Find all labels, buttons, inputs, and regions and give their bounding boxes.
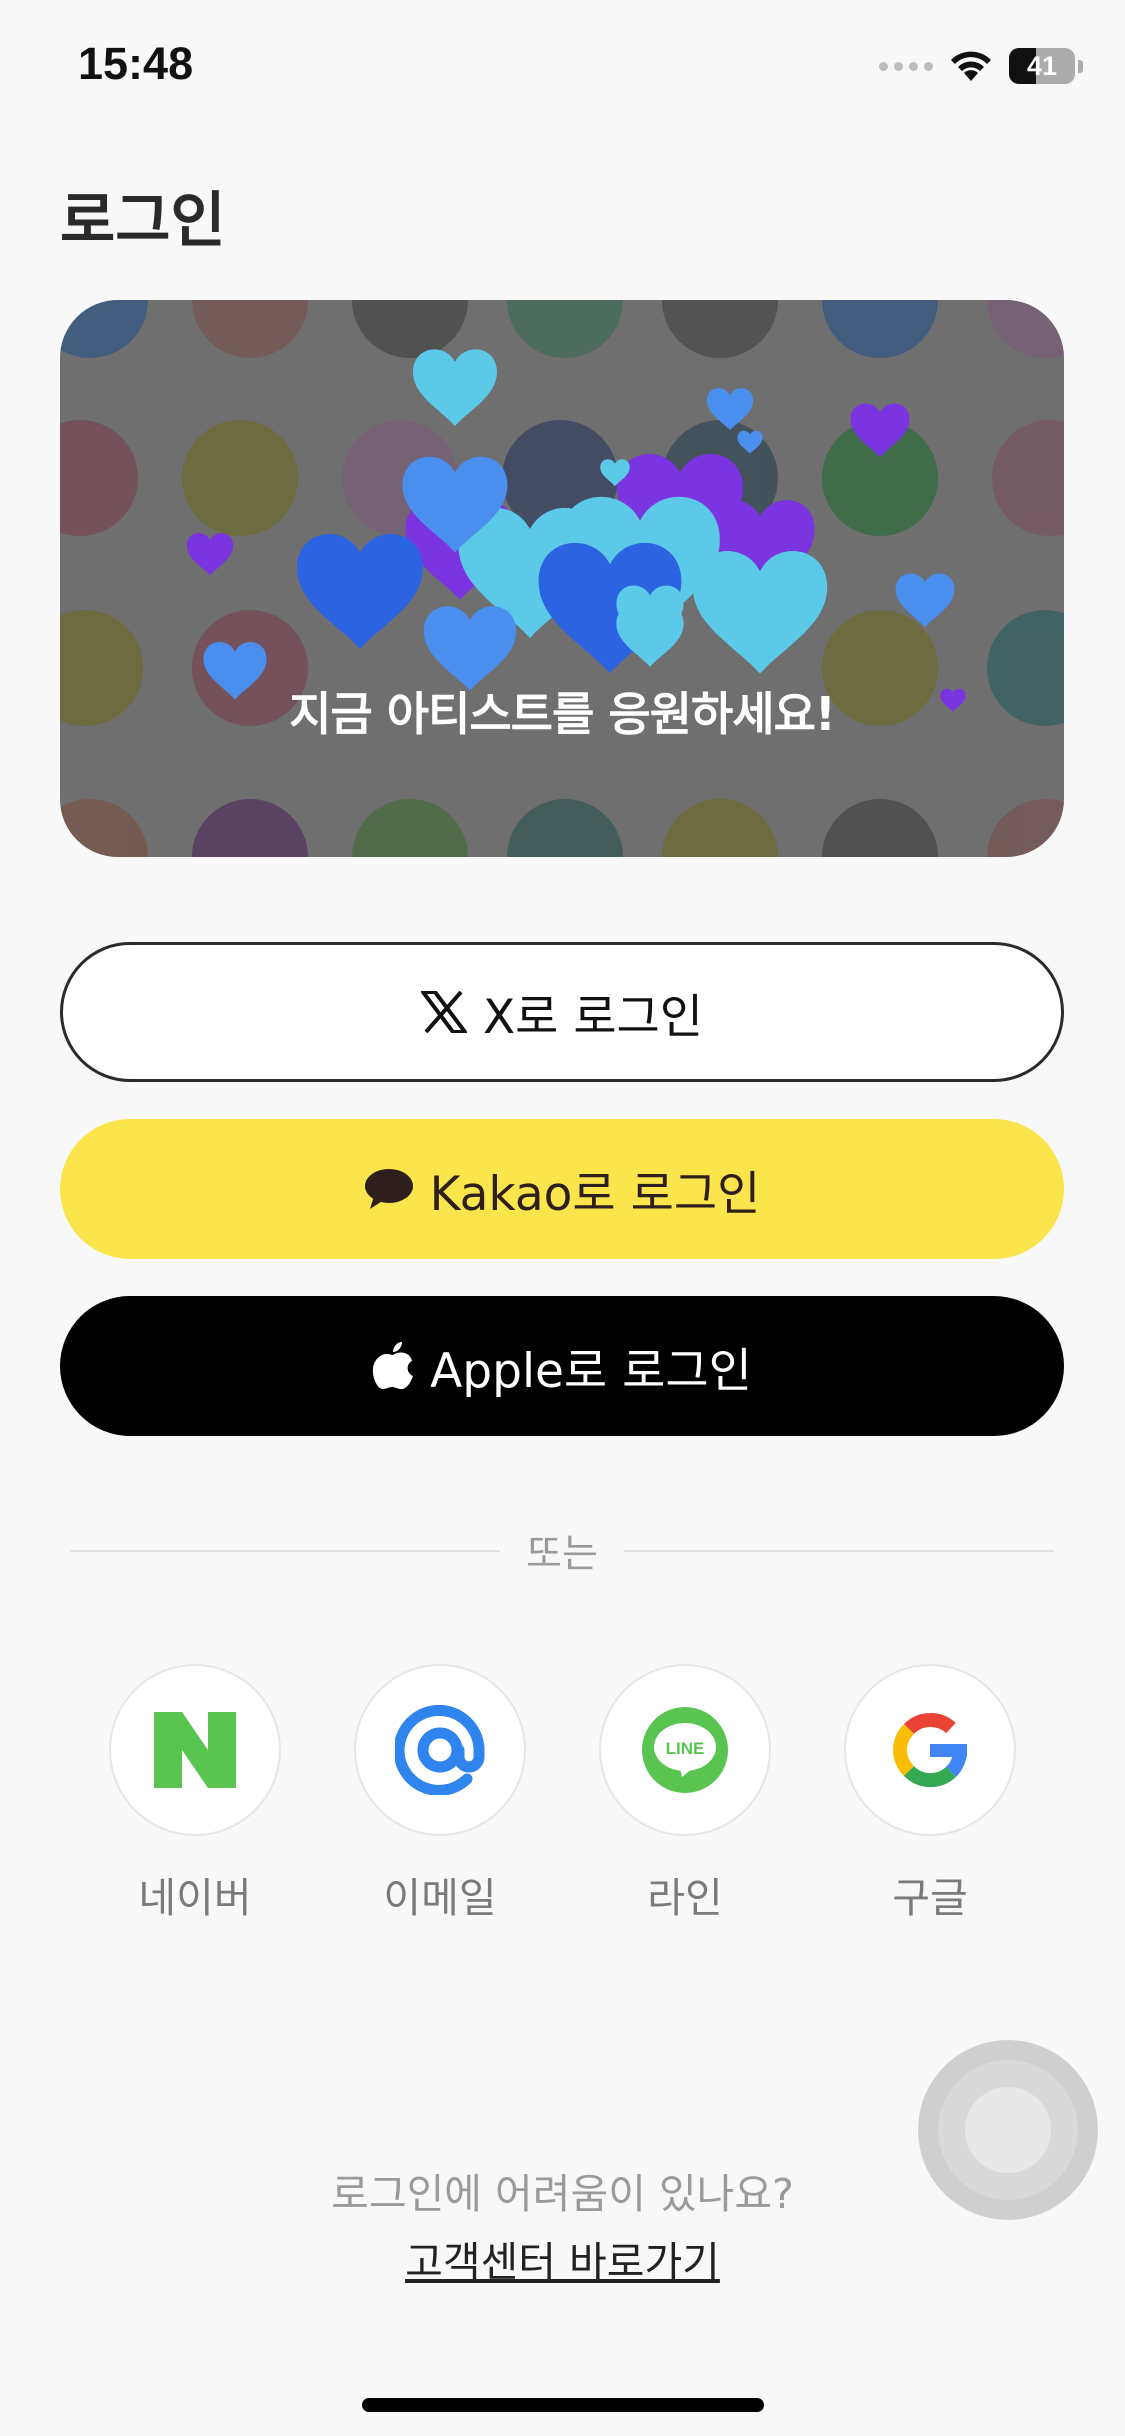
email-login-circle[interactable] [354, 1664, 526, 1836]
customer-center-link[interactable]: 고객센터 바로가기 [0, 2228, 1125, 2288]
at-sign-icon [395, 1705, 485, 1795]
apple-login-label: Apple로 로그인 [430, 1343, 752, 1399]
naver-login-label: 네이버 [138, 1874, 252, 1922]
google-login-label: 구글 [892, 1874, 968, 1922]
home-indicator [362, 2398, 764, 2412]
apple-logo-icon [373, 1342, 414, 1390]
divider-line-right [623, 1550, 1055, 1552]
naver-login-circle[interactable] [109, 1664, 281, 1836]
page-title: 로그인 [60, 186, 226, 256]
promo-banner[interactable]: 지금 아티스트를 응원하세요! [60, 300, 1064, 857]
banner-illustration [60, 300, 1064, 857]
speech-bubble-icon [364, 1169, 413, 1209]
email-login-button[interactable]: 이메일 [353, 1664, 527, 1924]
or-divider: 또는 [70, 1526, 1055, 1577]
kakao-login-button[interactable]: Kakao로 로그인 [60, 1119, 1064, 1259]
naver-icon [154, 1712, 236, 1788]
google-icon [893, 1713, 967, 1788]
status-bar: 15:48 41 [0, 0, 1125, 140]
divider-line-left [70, 1550, 501, 1552]
apple-login-button[interactable]: Apple로 로그인 [60, 1296, 1064, 1436]
email-login-label: 이메일 [383, 1874, 497, 1922]
google-login-button[interactable]: 구글 [843, 1664, 1017, 1924]
svg-text:LINE: LINE [666, 1739, 705, 1758]
status-time: 15:48 [78, 38, 194, 89]
or-divider-text: 또는 [526, 1532, 598, 1577]
x-logo-icon [420, 991, 467, 1033]
line-login-label: 라인 [647, 1874, 723, 1922]
battery-icon: 41 [1009, 48, 1075, 84]
x-login-button[interactable]: X로 로그인 [60, 942, 1064, 1082]
help-question: 로그인에 어려움이 있나요? [331, 2170, 794, 2218]
banner-caption: 지금 아티스트를 응원하세요! [289, 687, 836, 741]
line-login-circle[interactable]: LINE [599, 1664, 771, 1836]
line-icon: LINE [642, 1707, 728, 1793]
kakao-login-label: Kakao로 로그인 [429, 1166, 761, 1222]
naver-login-button[interactable]: 네이버 [108, 1664, 282, 1924]
line-login-button[interactable]: LINE 라인 [598, 1664, 772, 1924]
battery-level: 41 [1026, 50, 1058, 81]
status-icons: 41 [879, 48, 1083, 84]
google-login-circle[interactable] [844, 1664, 1016, 1836]
cellular-signal-icon [879, 61, 933, 71]
x-login-label: X로 로그인 [482, 989, 704, 1045]
wifi-icon [951, 51, 991, 81]
